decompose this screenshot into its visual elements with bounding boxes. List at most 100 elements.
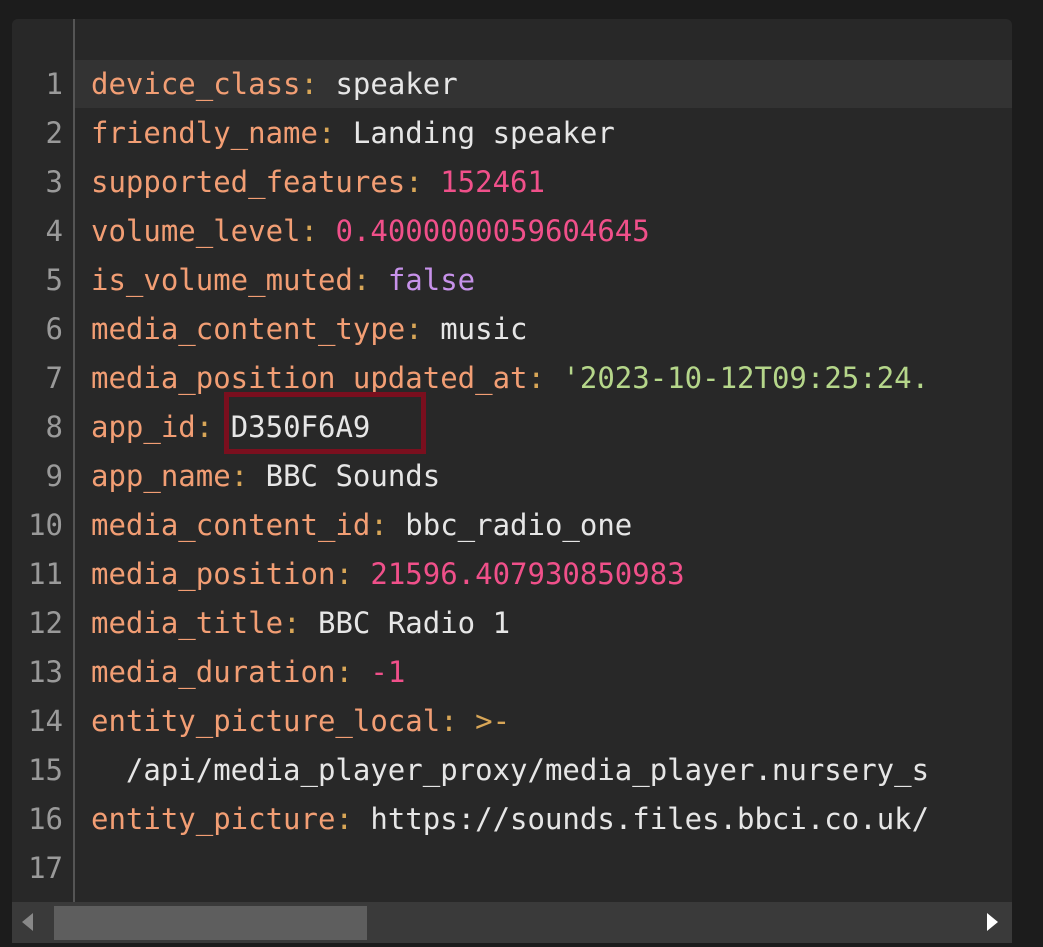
code-text: media_duration: -1 bbox=[91, 648, 405, 697]
code-line[interactable]: 16 entity_picture: https://sounds.files.b… bbox=[12, 795, 1012, 844]
line-number: 5 bbox=[45, 263, 63, 297]
code-line[interactable]: 10 media_content_id: bbc_radio_one bbox=[12, 501, 1012, 550]
code-text: friendly_name: Landing speaker bbox=[91, 109, 615, 158]
yaml-separator: : bbox=[440, 704, 458, 738]
line-number: 3 bbox=[45, 165, 63, 199]
code-line[interactable]: 1 device_class: speaker bbox=[12, 60, 1012, 109]
line-number: 6 bbox=[45, 312, 63, 346]
scrollbar-thumb[interactable] bbox=[54, 906, 367, 940]
yaml-key: app_id bbox=[91, 410, 196, 444]
yaml-key: volume_level bbox=[91, 214, 301, 248]
yaml-separator: : bbox=[230, 459, 249, 493]
yaml-separator: : bbox=[283, 606, 301, 640]
yaml-value: speaker bbox=[317, 67, 458, 101]
yaml-key: device_class bbox=[91, 67, 301, 101]
yaml-value: music bbox=[422, 312, 528, 346]
yaml-value: >- bbox=[457, 704, 511, 738]
code-text: media_content_type: music bbox=[91, 305, 528, 354]
code-editor[interactable]: 1 device_class: speaker 2 friendly_name: La… bbox=[12, 19, 1012, 943]
code-line[interactable]: 15 /api/media_player_proxy/media_player.… bbox=[12, 746, 1012, 795]
yaml-key: media_content_id bbox=[91, 508, 371, 542]
code-line[interactable]: 4 volume_level: 0.4000000059604645 bbox=[12, 207, 1012, 256]
code-line[interactable]: 8 app_id: D350F6A9 bbox=[12, 403, 1012, 452]
code-text: /api/media_player_proxy/media_player.nur… bbox=[91, 746, 929, 795]
code-line[interactable]: 12 media_title: BBC Radio 1 bbox=[12, 599, 1012, 648]
yaml-separator: : bbox=[527, 361, 545, 395]
yaml-value: BBC Radio 1 bbox=[300, 606, 511, 640]
line-number: 4 bbox=[45, 214, 63, 248]
yaml-value: Landing speaker bbox=[335, 116, 615, 150]
yaml-key: media_position bbox=[91, 557, 336, 591]
line-number: 16 bbox=[28, 802, 63, 836]
yaml-value: /api/media_player_proxy/media_player.nur… bbox=[91, 753, 930, 787]
yaml-key: media_duration bbox=[91, 655, 336, 689]
yaml-separator: : bbox=[335, 557, 353, 591]
code-line[interactable]: 6 media_content_type: music bbox=[12, 305, 1012, 354]
yaml-key: media_content_type bbox=[91, 312, 406, 346]
horizontal-scrollbar[interactable] bbox=[12, 902, 1012, 943]
yaml-key: media_title bbox=[91, 606, 284, 640]
line-number: 9 bbox=[45, 459, 63, 493]
code-text: volume_level: 0.4000000059604645 bbox=[91, 207, 650, 256]
line-number: 13 bbox=[28, 655, 63, 689]
yaml-value: '2023-10-12T09:25:24. bbox=[544, 361, 930, 395]
yaml-key: supported_features bbox=[91, 165, 406, 199]
yaml-separator: : bbox=[300, 214, 318, 248]
highlight-box-app-id bbox=[224, 392, 426, 454]
code-line[interactable]: 3 supported_features: 152461 bbox=[12, 158, 1012, 207]
scroll-right-icon[interactable] bbox=[987, 913, 998, 931]
yaml-separator: : bbox=[335, 802, 353, 836]
code-lines[interactable]: 1 device_class: speaker 2 friendly_name: La… bbox=[12, 60, 1012, 893]
yaml-value: 21596.407930850983 bbox=[352, 557, 685, 591]
yaml-separator: : bbox=[405, 312, 423, 346]
line-number: 1 bbox=[45, 67, 63, 101]
code-line[interactable]: 17 bbox=[12, 844, 1012, 893]
code-text: app_name: BBC Sounds bbox=[91, 452, 440, 501]
yaml-separator: : bbox=[195, 410, 214, 444]
code-text: media_title: BBC Radio 1 bbox=[91, 599, 510, 648]
yaml-value: https://sounds.files.bbci.co.uk/ bbox=[352, 802, 930, 836]
code-text: media_content_id: bbc_radio_one bbox=[91, 501, 632, 550]
line-number: 10 bbox=[28, 508, 63, 542]
yaml-separator: : bbox=[317, 116, 336, 150]
code-text: supported_features: 152461 bbox=[91, 158, 545, 207]
yaml-value: bbc_radio_one bbox=[387, 508, 633, 542]
yaml-separator: : bbox=[335, 655, 353, 689]
yaml-value: BBC Sounds bbox=[248, 459, 441, 493]
code-line[interactable]: 7 media_position_updated_at: '2023-10-12T… bbox=[12, 354, 1012, 403]
yaml-key: friendly_name bbox=[91, 116, 318, 150]
yaml-key: is_volume_muted bbox=[91, 263, 353, 297]
code-text: device_class: speaker bbox=[91, 60, 458, 109]
yaml-separator: : bbox=[352, 263, 371, 297]
scroll-left-icon[interactable] bbox=[22, 913, 33, 931]
line-number: 17 bbox=[28, 851, 63, 885]
code-line[interactable]: 13 media_duration: -1 bbox=[12, 648, 1012, 697]
line-number: 2 bbox=[45, 116, 63, 150]
yaml-key: app_name bbox=[91, 459, 231, 493]
yaml-key: entity_picture bbox=[91, 802, 336, 836]
line-number: 14 bbox=[28, 704, 63, 738]
code-line[interactable]: 14 entity_picture_local: >- bbox=[12, 697, 1012, 746]
line-number: 15 bbox=[28, 753, 63, 787]
line-number: 11 bbox=[28, 557, 63, 591]
code-line[interactable]: 11 media_position: 21596.407930850983 bbox=[12, 550, 1012, 599]
code-text: entity_picture: https://sounds.files.bbc… bbox=[91, 795, 929, 844]
code-line[interactable]: 5 is_volume_muted: false bbox=[12, 256, 1012, 305]
line-number: 12 bbox=[28, 606, 63, 640]
code-line[interactable]: 9 app_name: BBC Sounds bbox=[12, 452, 1012, 501]
code-text: is_volume_muted: false bbox=[91, 256, 475, 305]
code-text: media_position_updated_at: '2023-10-12T0… bbox=[91, 354, 929, 403]
yaml-separator: : bbox=[405, 165, 423, 199]
code-text: entity_picture_local: >- bbox=[91, 697, 510, 746]
yaml-value: false bbox=[370, 263, 476, 297]
yaml-separator: : bbox=[370, 508, 388, 542]
code-text: media_position: 21596.407930850983 bbox=[91, 550, 685, 599]
yaml-value: -1 bbox=[352, 655, 406, 689]
yaml-key: media_position_updated_at bbox=[91, 361, 528, 395]
yaml-key: entity_picture_local bbox=[91, 704, 441, 738]
line-number: 8 bbox=[45, 410, 63, 444]
yaml-value: 0.4000000059604645 bbox=[317, 214, 650, 248]
yaml-separator: : bbox=[300, 67, 318, 101]
yaml-value: 152461 bbox=[422, 165, 545, 199]
code-line[interactable]: 2 friendly_name: Landing speaker bbox=[12, 109, 1012, 158]
